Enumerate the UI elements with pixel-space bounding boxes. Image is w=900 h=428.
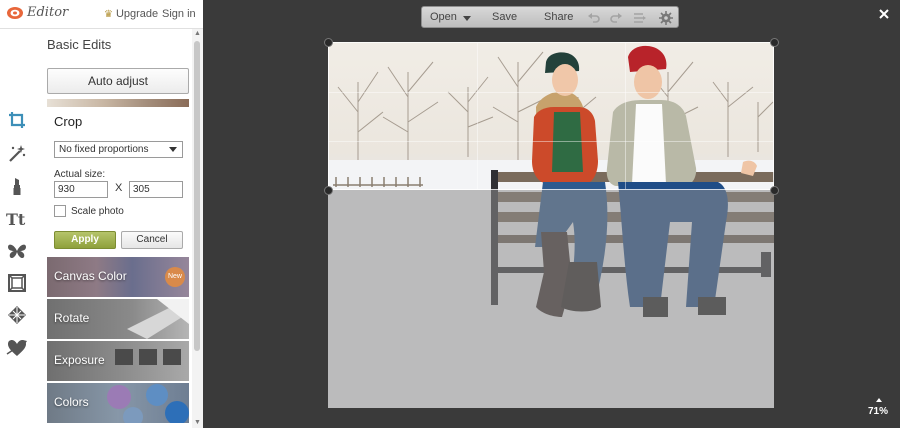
tool-rail: Tt — [0, 29, 34, 428]
close-icon[interactable] — [877, 7, 891, 21]
crop-handle-bottom-right[interactable] — [770, 186, 779, 195]
text-icon[interactable]: Tt — [5, 207, 29, 231]
scroll-down-icon[interactable]: ▼ — [194, 419, 201, 426]
times-sign: X — [115, 182, 123, 194]
scale-photo-checkbox[interactable] — [54, 205, 66, 217]
heart-icon[interactable] — [5, 336, 29, 360]
crop-handle-bottom-left[interactable] — [324, 186, 333, 195]
crop-dim-overlay — [328, 190, 774, 408]
effect-tile-colors[interactable]: Colors — [47, 383, 189, 423]
logo-icon — [7, 6, 23, 19]
effect-label: Exposure — [54, 353, 105, 367]
crown-icon: ♛ — [104, 8, 113, 20]
apply-button[interactable]: Apply — [54, 231, 116, 249]
proportion-value: No fixed proportions — [59, 144, 149, 155]
crop-grid-line — [477, 43, 478, 189]
crop-tile-thumbnail — [47, 99, 189, 107]
gear-icon[interactable] — [659, 11, 673, 25]
scrollbar-thumb[interactable] — [194, 41, 200, 351]
crop-grid-line — [625, 43, 626, 189]
effect-label: Canvas Color — [54, 269, 127, 283]
crop-panel: Crop No fixed proportions Actual size: 9… — [47, 107, 189, 256]
chevron-down-icon[interactable] — [463, 16, 471, 21]
crop-title: Crop — [54, 114, 83, 129]
basic-edits-panel: Basic Edits Auto adjust Crop No fixed pr… — [34, 29, 203, 428]
effect-tile-exposure[interactable]: Exposure — [47, 341, 189, 381]
svg-text:Tt: Tt — [6, 210, 26, 229]
crop-frame[interactable] — [328, 42, 774, 190]
upgrade-link[interactable]: ♛ Upgrade — [104, 8, 158, 20]
exposure-thumbnail — [115, 349, 181, 365]
actual-size-label: Actual size: — [54, 169, 106, 180]
width-input[interactable]: 930 — [54, 181, 108, 198]
effect-label: Rotate — [54, 311, 90, 325]
rotate-thumbnail — [127, 299, 189, 339]
crop-icon[interactable] — [5, 108, 29, 132]
height-input[interactable]: 305 — [129, 181, 183, 198]
logo-text: Editor — [27, 5, 69, 20]
panel-title: Basic Edits — [47, 37, 112, 52]
redo-icon[interactable] — [609, 11, 623, 25]
magic-wand-icon[interactable] — [5, 141, 29, 165]
history-icon[interactable] — [632, 11, 646, 25]
colors-thumbnail — [107, 384, 189, 423]
effect-label: Colors — [54, 395, 89, 409]
editor-toolbar: Open Save Share — [421, 6, 679, 28]
effect-tile-canvas-color[interactable]: Canvas Color New — [47, 257, 189, 297]
scroll-up-icon[interactable]: ▲ — [194, 30, 201, 37]
texture-icon[interactable] — [5, 303, 29, 327]
crop-grid-line — [329, 141, 773, 142]
crop-handle-top-right[interactable] — [770, 38, 779, 47]
zoom-up-icon[interactable] — [876, 398, 882, 402]
lipstick-icon[interactable] — [5, 174, 29, 198]
top-bar: Editor ♛ Upgrade Sign in — [0, 0, 203, 29]
share-button[interactable]: Share — [544, 11, 573, 23]
scale-photo-label: Scale photo — [71, 206, 124, 217]
frame-icon[interactable] — [5, 271, 29, 295]
effect-tile-rotate[interactable]: Rotate — [47, 299, 189, 339]
auto-adjust-button[interactable]: Auto adjust — [47, 68, 189, 94]
zoom-level[interactable]: 71% — [868, 406, 888, 417]
upgrade-label: Upgrade — [115, 8, 159, 20]
cancel-button[interactable]: Cancel — [121, 231, 183, 249]
undo-icon[interactable] — [587, 11, 601, 25]
sign-in-link[interactable]: Sign in — [162, 8, 196, 20]
logo[interactable]: Editor — [6, 5, 68, 20]
crop-grid-line — [329, 92, 773, 93]
crop-handle-top-left[interactable] — [324, 38, 333, 47]
open-menu-button[interactable]: Open — [430, 11, 457, 23]
new-badge: New — [165, 267, 185, 287]
chevron-down-icon — [169, 147, 177, 152]
panel-scrollbar[interactable]: ▲ ▼ — [192, 29, 203, 428]
proportion-select[interactable]: No fixed proportions — [54, 141, 183, 158]
left-panel: Editor ♛ Upgrade Sign in Tt Basic Edits … — [0, 0, 203, 428]
save-button[interactable]: Save — [492, 11, 517, 23]
butterfly-icon[interactable] — [5, 239, 29, 263]
